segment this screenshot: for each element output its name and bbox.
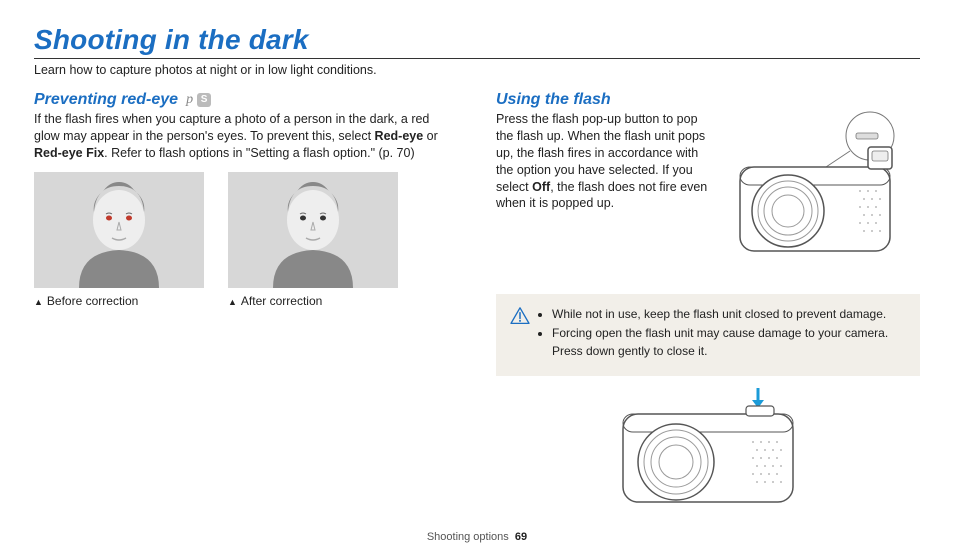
figure-row: Before correction — [34, 172, 458, 308]
left-column: Preventing red-eye p S If the flash fire… — [34, 91, 458, 514]
camera-close-svg — [598, 384, 818, 514]
mode-icons: p S — [186, 92, 211, 108]
body-mid: or — [423, 129, 438, 143]
mode-s-icon: S — [197, 93, 211, 107]
right-column: Using the flash Press the flash pop-up b… — [496, 91, 920, 514]
red-eye-body: If the flash fires when you capture a ph… — [34, 111, 458, 162]
heading-text-flash: Using the flash — [496, 91, 611, 109]
flash-row: Press the flash pop-up button to pop the… — [496, 111, 920, 266]
mode-p-icon: p — [186, 92, 193, 108]
heading-preventing-red-eye: Preventing red-eye p S — [34, 91, 458, 109]
title-rule — [34, 58, 920, 59]
heading-text: Preventing red-eye — [34, 91, 178, 109]
camera-illustration-open — [720, 111, 920, 266]
caption-after: After correction — [228, 294, 398, 308]
content-columns: Preventing red-eye p S If the flash fire… — [34, 91, 920, 514]
camera-illustration-close — [496, 384, 920, 514]
portrait-before — [34, 172, 204, 288]
figure-after: After correction — [228, 172, 398, 308]
bold-off: Off — [532, 180, 550, 194]
camera-open-svg — [720, 111, 920, 266]
figure-before: Before correction — [34, 172, 204, 308]
footer-section: Shooting options — [427, 531, 509, 543]
manual-page: Shooting in the dark Learn how to captur… — [0, 0, 954, 557]
heading-using-flash: Using the flash — [496, 91, 920, 109]
warning-box: While not in use, keep the flash unit cl… — [496, 294, 920, 376]
warning-item: While not in use, keep the flash unit cl… — [552, 306, 906, 323]
caption-before: Before correction — [34, 294, 204, 308]
body-post: . Refer to flash options in "Setting a f… — [104, 146, 414, 160]
portrait-after-svg — [228, 172, 398, 288]
warning-item: Forcing open the flash unit may cause da… — [552, 325, 906, 360]
bold-red-eye: Red-eye — [375, 129, 424, 143]
page-footer: Shooting options 69 — [0, 531, 954, 543]
footer-page-number: 69 — [515, 531, 527, 543]
bold-red-eye-fix: Red-eye Fix — [34, 146, 104, 160]
portrait-after — [228, 172, 398, 288]
warning-list: While not in use, keep the flash unit cl… — [540, 306, 906, 362]
page-subtitle: Learn how to capture photos at night or … — [34, 63, 920, 77]
portrait-before-svg — [34, 172, 204, 288]
warning-icon — [510, 307, 530, 325]
page-title: Shooting in the dark — [34, 24, 920, 56]
flash-body: Press the flash pop-up button to pop the… — [496, 111, 710, 212]
body-pre: If the flash fires when you capture a ph… — [34, 112, 429, 143]
